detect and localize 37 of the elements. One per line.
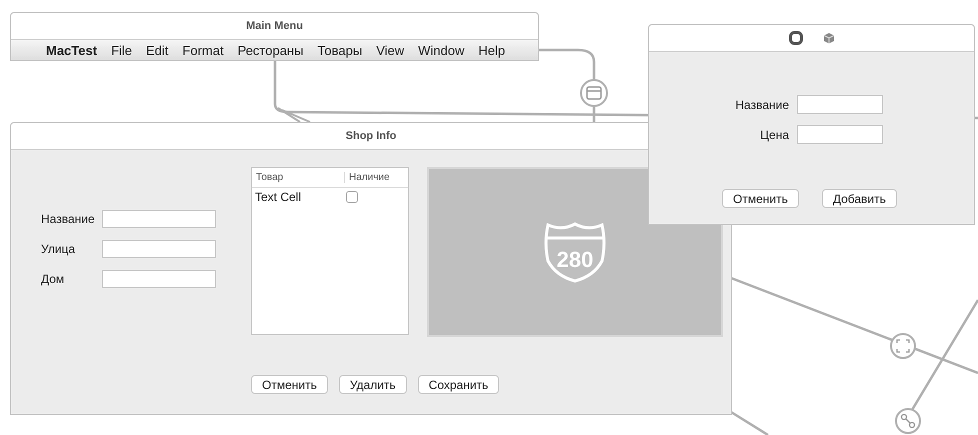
- menu-item[interactable]: Format: [175, 42, 231, 58]
- column-header[interactable]: Товар: [252, 172, 344, 183]
- text-field[interactable]: [797, 125, 883, 144]
- menu-item[interactable]: Товары: [310, 42, 370, 58]
- push-button[interactable]: Удалить: [338, 375, 407, 394]
- menu-item[interactable]: View: [369, 42, 412, 58]
- square-icon[interactable]: [788, 31, 802, 45]
- frame-brackets-icon[interactable]: [890, 333, 916, 359]
- menu-item[interactable]: File: [104, 42, 140, 58]
- cube-icon[interactable]: [822, 32, 834, 44]
- highway-shield-icon: 280: [544, 221, 606, 283]
- field-label: Название: [734, 98, 789, 112]
- field-label: Название: [41, 212, 96, 226]
- column-header[interactable]: Наличие: [344, 172, 408, 183]
- text-field[interactable]: [102, 210, 216, 228]
- menu-item[interactable]: Edit: [139, 42, 176, 58]
- window-segue-icon[interactable]: [580, 79, 608, 107]
- menu-item[interactable]: Window: [411, 42, 472, 58]
- connection-line: [730, 410, 769, 435]
- checkbox[interactable]: [346, 191, 358, 203]
- field-label: Улица: [41, 242, 76, 256]
- push-button[interactable]: Сохранить: [418, 375, 500, 394]
- window-title: Shop Info: [346, 130, 396, 142]
- link-icon[interactable]: [895, 408, 921, 434]
- window-title: Main Menu: [246, 20, 303, 32]
- menu-item[interactable]: Рестораны: [230, 42, 310, 58]
- menu-item[interactable]: MacTest: [39, 42, 104, 58]
- text-field[interactable]: [797, 95, 883, 114]
- field-label: Цена: [759, 128, 789, 142]
- push-button[interactable]: Добавить: [822, 189, 897, 208]
- menu-item[interactable]: Help: [471, 42, 512, 58]
- push-button[interactable]: Отменить: [722, 189, 799, 208]
- text-field[interactable]: [102, 270, 216, 288]
- field-label: Дом: [41, 272, 66, 286]
- table-cell-text: Text Cell: [254, 190, 302, 204]
- text-field[interactable]: [102, 240, 216, 258]
- push-button[interactable]: Отменить: [251, 375, 328, 394]
